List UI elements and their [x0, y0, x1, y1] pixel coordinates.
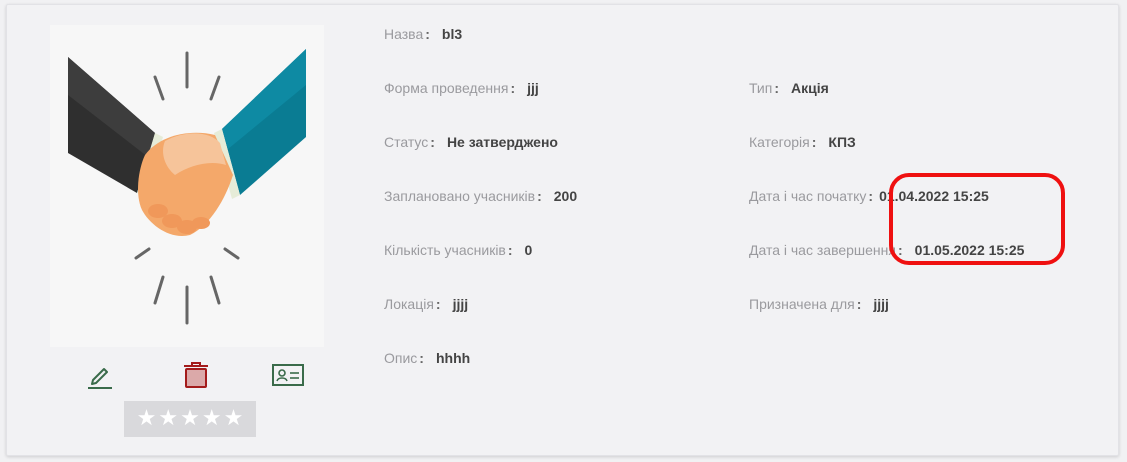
handshake-icon: [68, 49, 306, 325]
field-value: 01.04.2022 15:25: [879, 188, 989, 204]
field-label: Форма проведення: [384, 80, 509, 96]
details-button[interactable]: [270, 357, 306, 393]
field-participants-count: Кількість учасників : 0: [384, 242, 533, 258]
field-start-datetime: Дата і час початку : 01.04.2022 15:25: [749, 188, 989, 204]
card-actions: [50, 357, 324, 393]
field-label: Опис: [384, 350, 418, 366]
id-card-icon: [272, 364, 304, 386]
field-description: Опис : hhhh: [384, 350, 471, 366]
field-label: Статус: [384, 134, 429, 150]
field-value: jjj: [527, 80, 539, 96]
field-label: Дата і час початку: [749, 188, 867, 204]
field-label: Кількість учасників: [384, 242, 506, 258]
field-end-datetime: Дата і час завершення : 01.05.2022 15:25: [749, 242, 1025, 258]
trash-icon: [184, 362, 208, 388]
pencil-icon: [88, 368, 112, 389]
field-value: hhhh: [435, 350, 471, 366]
star-icon[interactable]: ★: [158, 408, 178, 430]
field-label: Дата і час завершення: [749, 242, 896, 258]
field-value: Акція: [791, 80, 829, 96]
field-label: Локація: [384, 296, 434, 312]
field-name: Назва : bl3: [384, 26, 463, 42]
field-label: Назва: [384, 26, 424, 42]
field-format: Форма проведення : jjj: [384, 80, 539, 96]
star-icon[interactable]: ★: [224, 408, 244, 430]
field-value: Не затверджено: [446, 134, 558, 150]
field-category: Категорія : КПЗ: [749, 134, 856, 150]
field-value: 200: [553, 188, 578, 204]
field-label: Категорія: [749, 134, 810, 150]
field-type: Тип : Акція: [749, 80, 829, 96]
delete-button[interactable]: [178, 357, 214, 393]
edit-button[interactable]: [82, 357, 118, 393]
field-planned-participants: Заплановано учасників : 200: [384, 188, 578, 204]
event-card: ★ ★ ★ ★ ★ Назва : bl3 Форма проведення :…: [6, 4, 1119, 456]
field-status: Статус : Не затверджено: [384, 134, 558, 150]
field-value: 01.05.2022 15:25: [914, 242, 1025, 258]
field-value: bl3: [441, 26, 463, 42]
field-value: 0: [524, 242, 533, 258]
field-value: jjjj: [452, 296, 469, 312]
field-location: Локація : jjjj: [384, 296, 469, 312]
star-icon[interactable]: ★: [137, 408, 157, 430]
field-value: jjjj: [873, 296, 889, 312]
star-icon[interactable]: ★: [180, 408, 200, 430]
field-label: Призначена для: [749, 296, 855, 312]
star-rating: ★ ★ ★ ★ ★: [124, 401, 256, 437]
star-icon[interactable]: ★: [202, 408, 222, 430]
field-label: Тип: [749, 80, 773, 96]
field-assigned-for: Призначена для : jjjj: [749, 296, 889, 312]
event-image: [50, 25, 324, 347]
field-label: Заплановано учасників: [384, 188, 536, 204]
field-value: КПЗ: [828, 134, 856, 150]
